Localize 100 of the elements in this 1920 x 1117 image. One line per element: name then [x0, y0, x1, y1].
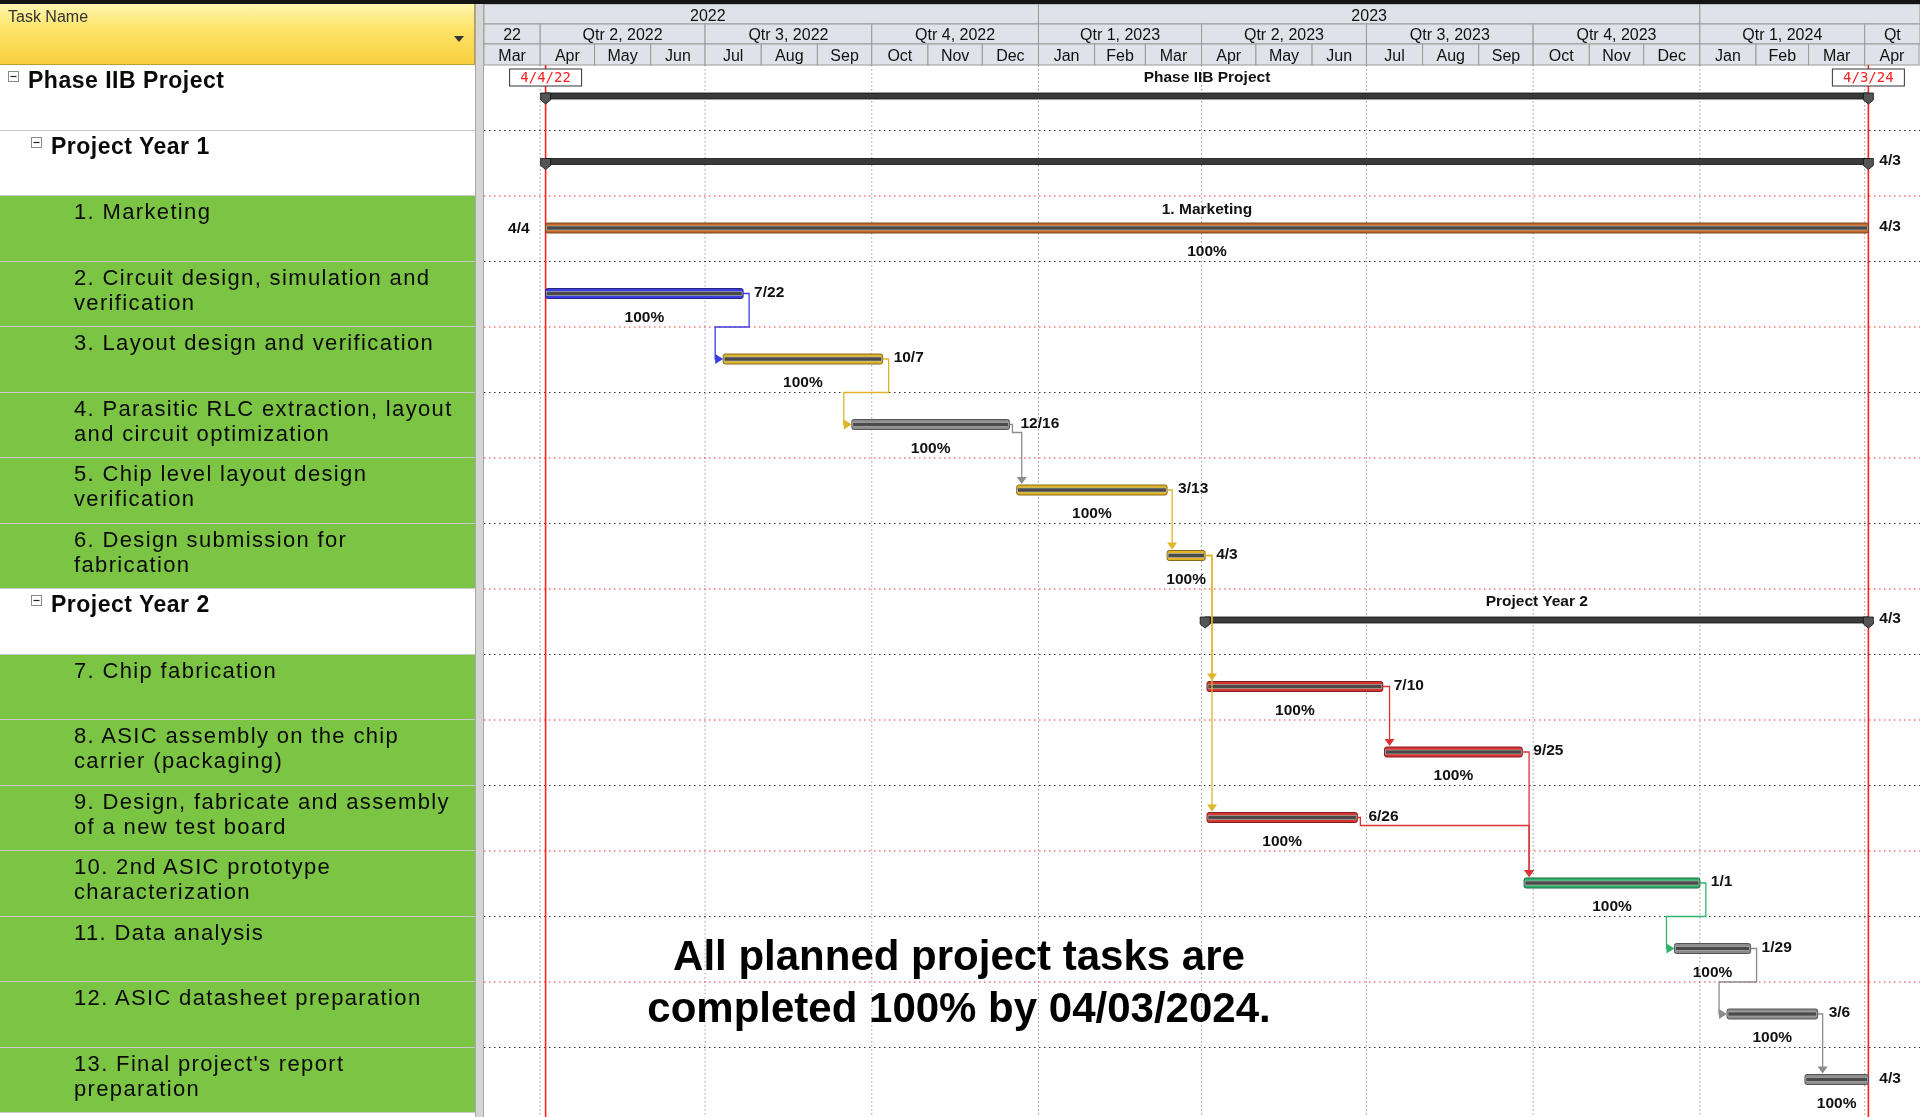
task-name: 12. ASIC datasheet preparation: [74, 985, 423, 1010]
collapse-icon[interactable]: [31, 595, 42, 606]
column-title: Task Name: [8, 8, 89, 25]
dependency-arrow: [843, 358, 890, 430]
quarter-label: Qtr 2, 2022: [582, 26, 663, 43]
summary-bar[interactable]: [1199, 616, 1874, 629]
percent-complete-label: 100%: [1166, 569, 1206, 587]
task-name: 13. Final project's report preparation: [74, 1050, 346, 1101]
finish-date-label: 12/16: [1020, 413, 1060, 431]
task-name: 1. Marketing: [74, 199, 213, 224]
finish-date-label: 4/3: [1879, 217, 1901, 234]
task-row[interactable]: 8. ASIC assembly on the chip carrier (packaging): [0, 720, 475, 786]
date-marker-tag: 4/3/24: [1831, 68, 1905, 87]
finish-date-label: 1/1: [1710, 872, 1733, 889]
task-name: 9. Design, fabricate and assembly of a new test board: [74, 788, 451, 839]
timescale-cell: [760, 43, 818, 66]
quarter-label: Qtr 3, 2022: [748, 26, 829, 43]
dependency-arrow: [1382, 685, 1395, 746]
bar-title: 1. Marketing: [1161, 200, 1253, 217]
percent-complete-label: 100%: [910, 438, 951, 456]
percent-complete-label: 100%: [1072, 504, 1112, 521]
month-label: Apr: [554, 47, 580, 64]
task-row[interactable]: 3. Layout design and verification: [0, 327, 475, 393]
task-name: 6. Design submission for fabrication: [74, 526, 349, 577]
month-label: Mar: [1822, 47, 1851, 64]
task-row[interactable]: 4. Parasitic RLC extraction, layout and circuit optimization: [0, 392, 475, 458]
month-label: Jan: [1053, 47, 1080, 64]
month-label: Jan: [1715, 47, 1741, 64]
task-row[interactable]: 2. Circuit design, simulation and verification: [0, 261, 475, 327]
percent-complete-label: 100%: [624, 307, 665, 325]
percent-complete-label: 100%: [1692, 962, 1733, 980]
collapse-icon[interactable]: [8, 71, 19, 82]
percent-complete-label: 100%: [1433, 766, 1474, 783]
month-label: Apr: [1879, 47, 1905, 64]
percent-complete-label: 100%: [783, 373, 823, 390]
collapse-icon[interactable]: [31, 136, 42, 148]
month-label: May: [1268, 47, 1300, 64]
percent-complete-label: 100%: [1262, 831, 1302, 849]
task-row[interactable]: 11. Data analysis: [0, 916, 475, 982]
month-label: Feb: [1106, 47, 1134, 64]
month-label: Oct: [1548, 47, 1574, 64]
task-row[interactable]: 13. Final project's report preparation: [0, 1047, 475, 1113]
bar-title: Project Year 2: [1485, 592, 1588, 609]
task-name: Project Year 1: [51, 133, 211, 159]
dependency-arrow: [1817, 1013, 1828, 1074]
percent-complete-label: 100%: [1275, 700, 1315, 718]
finish-date-label: 3/6: [1828, 1003, 1851, 1020]
timescale-cell: [1755, 43, 1810, 66]
dependency-arrow: [714, 292, 750, 364]
month-label: Aug: [775, 47, 804, 64]
month-label: Mar: [498, 47, 526, 64]
finish-date-label: 10/7: [893, 348, 924, 365]
year-label: 2023: [1351, 7, 1387, 24]
percent-complete-label: 100%: [1752, 1028, 1793, 1045]
month-label: Dec: [996, 47, 1025, 64]
task-row[interactable]: 6. Design submission for fabrication: [0, 523, 475, 589]
quarter-label: Qtr 4, 2022: [915, 26, 996, 43]
month-label: Jul: [722, 47, 744, 64]
month-label: Nov: [940, 47, 970, 64]
dropdown-caret-icon[interactable]: [454, 36, 464, 42]
task-name: 4. Parasitic RLC extraction, layout and circuit optimization: [74, 395, 454, 446]
summary-bar[interactable]: [540, 158, 1874, 170]
finish-date-label: 9/25: [1533, 741, 1564, 758]
finish-date-label: 7/10: [1393, 675, 1424, 693]
month-label: Sep: [1491, 47, 1521, 64]
task-row[interactable]: 1. Marketing: [0, 196, 475, 262]
date-marker-tag: 4/4/22: [509, 68, 583, 87]
finish-date-label: 3/13: [1178, 479, 1209, 496]
month-label: May: [607, 47, 638, 64]
month-label: Aug: [1436, 47, 1465, 64]
timescale-cell: [484, 23, 541, 45]
finish-date-label: 4/3: [1879, 150, 1901, 168]
timescale-cell: [1255, 43, 1313, 66]
task-name: 2. Circuit design, simulation and verification: [74, 264, 432, 315]
task-name: Project Year 2: [51, 592, 211, 617]
task-row[interactable]: 7. Chip fabrication: [0, 654, 475, 720]
task-row[interactable]: 12. ASIC datasheet preparation: [0, 982, 475, 1048]
finish-date-label: 4/3: [1879, 609, 1901, 626]
column-header[interactable]: Task Name: [0, 4, 475, 65]
dependency-arrow: [1166, 489, 1178, 550]
timescale-cell: [1864, 23, 1920, 45]
quarter-label: Qtr 1, 2024: [1742, 26, 1823, 43]
task-name: 7. Chip fabrication: [74, 657, 278, 683]
task-row[interactable]: 9. Design, fabricate and assembly of a new test board: [0, 785, 475, 851]
month-label: Apr: [1216, 47, 1242, 64]
task-name: 10. 2nd ASIC prototype characterization: [74, 854, 333, 904]
summary-bar[interactable]: [540, 92, 1874, 105]
task-name: Phase IIB Project: [28, 68, 226, 93]
timescale-cell: [927, 43, 983, 66]
task-row[interactable]: 5. Chip level layout design verification: [0, 458, 475, 524]
finish-date-label: 6/26: [1368, 806, 1399, 824]
task-name: 11. Data analysis: [74, 919, 266, 945]
month-label: Jun: [665, 47, 691, 64]
timescale-cell: [594, 43, 652, 66]
quarter-label: Qtr 2, 2023: [1243, 26, 1324, 43]
timescale-cell: [1094, 43, 1146, 66]
quarter-label: Qtr 3, 2023: [1409, 26, 1490, 43]
start-date-label: 4/4: [508, 219, 530, 236]
task-row[interactable]: 10. 2nd ASIC prototype characterization: [0, 851, 475, 917]
dependency-arrow: [1665, 882, 1707, 954]
